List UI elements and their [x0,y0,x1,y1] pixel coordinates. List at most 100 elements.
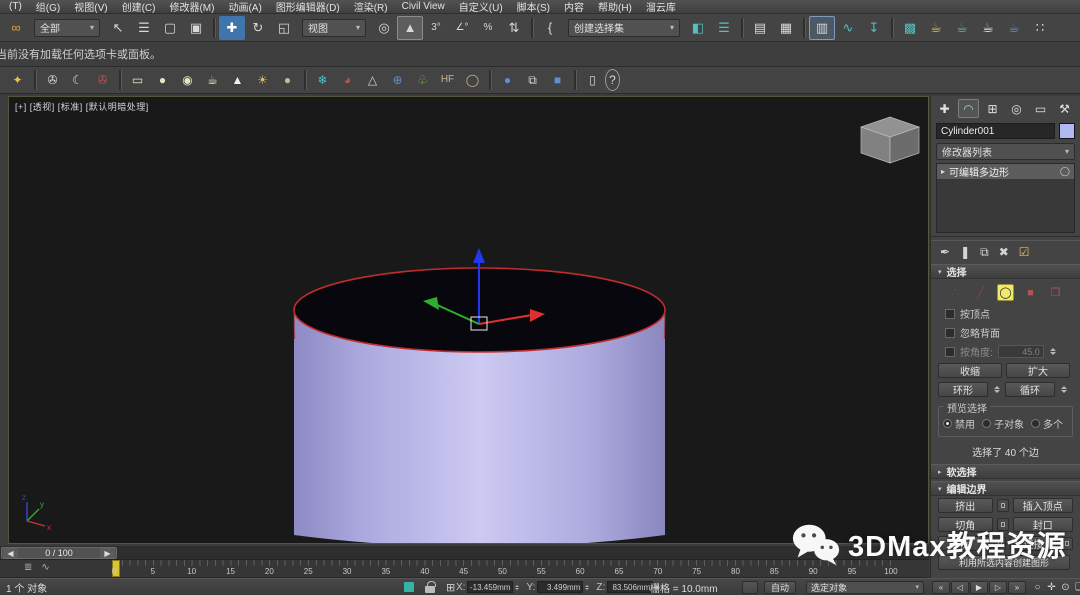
go-to-start-button[interactable]: « [932,581,950,594]
open-in-viewer-icon[interactable]: ∷ [1027,16,1053,40]
vertex-mode-icon[interactable]: ∴ [947,284,964,301]
tab-motion[interactable]: ◎ [1006,99,1027,118]
ring-spinner[interactable] [992,383,1001,396]
z-coordinate-field[interactable]: 83.506mm [607,581,653,593]
object-name-field[interactable]: Cylinder001 [936,123,1055,139]
previous-frame-arrow[interactable]: ◀ [3,548,18,558]
zoom-icon[interactable]: ○ [1031,581,1044,594]
render-setup-icon[interactable]: ☕ [923,16,949,40]
rendered-frame-icon[interactable]: ☕ [949,16,975,40]
reference-coordinate-dropdown[interactable]: 视图 [302,19,366,37]
auto-key-button[interactable]: 自动 [764,581,796,594]
schematic-view-icon[interactable]: ↧ [861,16,887,40]
camera-icon[interactable]: ✇ [40,69,65,91]
menu-item[interactable]: 组(G) [29,0,67,14]
time-slider-track[interactable]: ◀ 0 / 100 ▶ [0,546,929,560]
configure-modifier-sets-icon[interactable]: ☑ [1019,245,1030,259]
help-icon[interactable]: ? [605,69,620,91]
tab-modify[interactable]: ◠ [958,99,979,118]
rect-selection-region-icon[interactable]: ▢ [157,16,183,40]
ring-button[interactable]: 环形 [938,382,988,397]
select-and-link-icon[interactable]: ∞ [3,16,29,40]
rain-icon[interactable]: ❄ [310,69,335,91]
cap-button[interactable]: 封口 [1013,517,1073,532]
bridge-settings-icon[interactable] [994,537,1006,550]
shrink-button[interactable]: 收缩 [938,363,1002,378]
sphere-red-icon[interactable]: ◕ [335,69,360,91]
angle-snap-icon[interactable]: ∠° [449,16,475,40]
preview-disable-radio[interactable]: 禁用 [943,416,975,431]
pan-icon[interactable]: ✛ [1045,581,1058,594]
toggle-ribbon-icon[interactable]: ▥ [809,16,835,40]
panel-resize-handle[interactable] [931,236,1080,241]
toggle-layer-explorer-icon[interactable]: ▦ [773,16,799,40]
menu-item[interactable]: 内容 [557,0,591,14]
expand-arrow-icon[interactable]: ▸ [941,167,945,176]
create-shape-button[interactable]: 利用所选内容创建图形 [938,555,1070,570]
selection-lock-icon[interactable] [425,586,435,593]
render-production-icon[interactable]: ☕ [975,16,1001,40]
menu-item[interactable]: 修改器(M) [162,0,221,14]
stack-item-editable-poly[interactable]: ▸ 可编辑多边形 ◯ [937,164,1074,179]
border-mode-icon[interactable]: ◯ [997,284,1014,301]
show-end-result-icon[interactable]: ❚ [960,245,970,259]
play-button[interactable]: ▶ [970,581,988,594]
sun-icon[interactable]: ☀ [250,69,275,91]
modifier-list-dropdown[interactable]: 修改器列表 [936,143,1075,160]
remove-modifier-icon[interactable]: ✖ [999,245,1009,259]
viewport-label[interactable]: [+] [透视] [标准] [默认明暗处理] [15,100,149,113]
modifier-stack[interactable]: ▸ 可编辑多边形 ◯ [936,163,1075,233]
teapot-light-icon[interactable]: ☕ [200,69,225,91]
selection-filter-dropdown[interactable]: 全部 [34,19,100,37]
pyramid-icon[interactable]: △ [360,69,385,91]
menu-item[interactable]: 渲染(R) [347,0,395,14]
menu-item[interactable]: 视图(V) [67,0,114,14]
preview-subobj-radio[interactable]: 子对象 [982,416,1024,431]
select-and-place-icon[interactable]: ▲ [397,16,423,40]
plant-icon[interactable]: ♧ [410,69,435,91]
y-coordinate-field[interactable]: 3.499mm [537,581,583,593]
go-to-end-button[interactable]: » [1008,581,1026,594]
cone-light-icon[interactable]: ▲ [225,69,250,91]
edge-mode-icon[interactable]: ╱ [972,284,989,301]
x-coordinate-field[interactable]: -13.459mm [467,581,513,593]
tab-utilities[interactable]: ⚒ [1054,99,1075,118]
rollout-selection[interactable]: 选择 [931,264,1080,279]
by-angle-checkbox[interactable] [945,347,955,357]
menu-item[interactable]: 动画(A) [221,0,268,14]
track-bar-options-icon[interactable]: ≣ [24,562,32,573]
curve-editor-icon[interactable]: ∿ [835,16,861,40]
chamfer-settings-icon[interactable] [997,518,1009,531]
track-bar[interactable]: ≣ ∿ 051015202530354045505560657075808590… [0,560,929,578]
menu-item[interactable]: (T) [2,1,29,12]
proxy-icon[interactable]: ⧉ [520,69,545,91]
percent-snap-icon[interactable]: % [475,16,501,40]
maximize-viewport-icon[interactable]: ❏ [1073,581,1080,594]
grow-button[interactable]: 扩大 [1006,363,1070,378]
select-and-rotate-icon[interactable]: ↻ [245,16,271,40]
menu-item[interactable]: 脚本(S) [510,0,557,14]
globe-icon[interactable]: ⊕ [385,69,410,91]
bridge-button[interactable]: 桥 [938,536,990,551]
view-cube[interactable] [861,117,919,163]
use-pivot-center-icon[interactable]: ◎ [371,16,397,40]
make-unique-icon[interactable]: ⧉ [980,245,989,260]
extrude-settings-icon[interactable] [997,499,1009,512]
select-by-name-icon[interactable]: ☰ [131,16,157,40]
angle-spinner[interactable] [1049,345,1058,358]
mirror-icon[interactable]: ◧ [685,16,711,40]
render-cloud-icon[interactable]: ☕ [1001,16,1027,40]
sphere-blue-icon[interactable]: ● [495,69,520,91]
time-slider-handle[interactable]: ◀ 0 / 100 ▶ [1,547,117,559]
x-spinner[interactable] [513,581,520,593]
material-editor-icon[interactable]: ▩ [897,16,923,40]
ignore-backfacing-checkbox[interactable] [945,328,955,338]
y-spinner[interactable] [583,581,590,593]
toggle-scene-explorer-icon[interactable]: ▤ [747,16,773,40]
sphere-tan-icon[interactable]: ◯ [460,69,485,91]
named-selection-sets-dropdown[interactable]: 创建选择集 [568,19,680,37]
key-filter-dropdown[interactable]: 选定对象 [806,581,924,594]
element-mode-icon[interactable]: ❒ [1047,284,1064,301]
select-and-move-icon[interactable]: ✚ [219,16,245,40]
window-crossing-icon[interactable]: ▣ [183,16,209,40]
